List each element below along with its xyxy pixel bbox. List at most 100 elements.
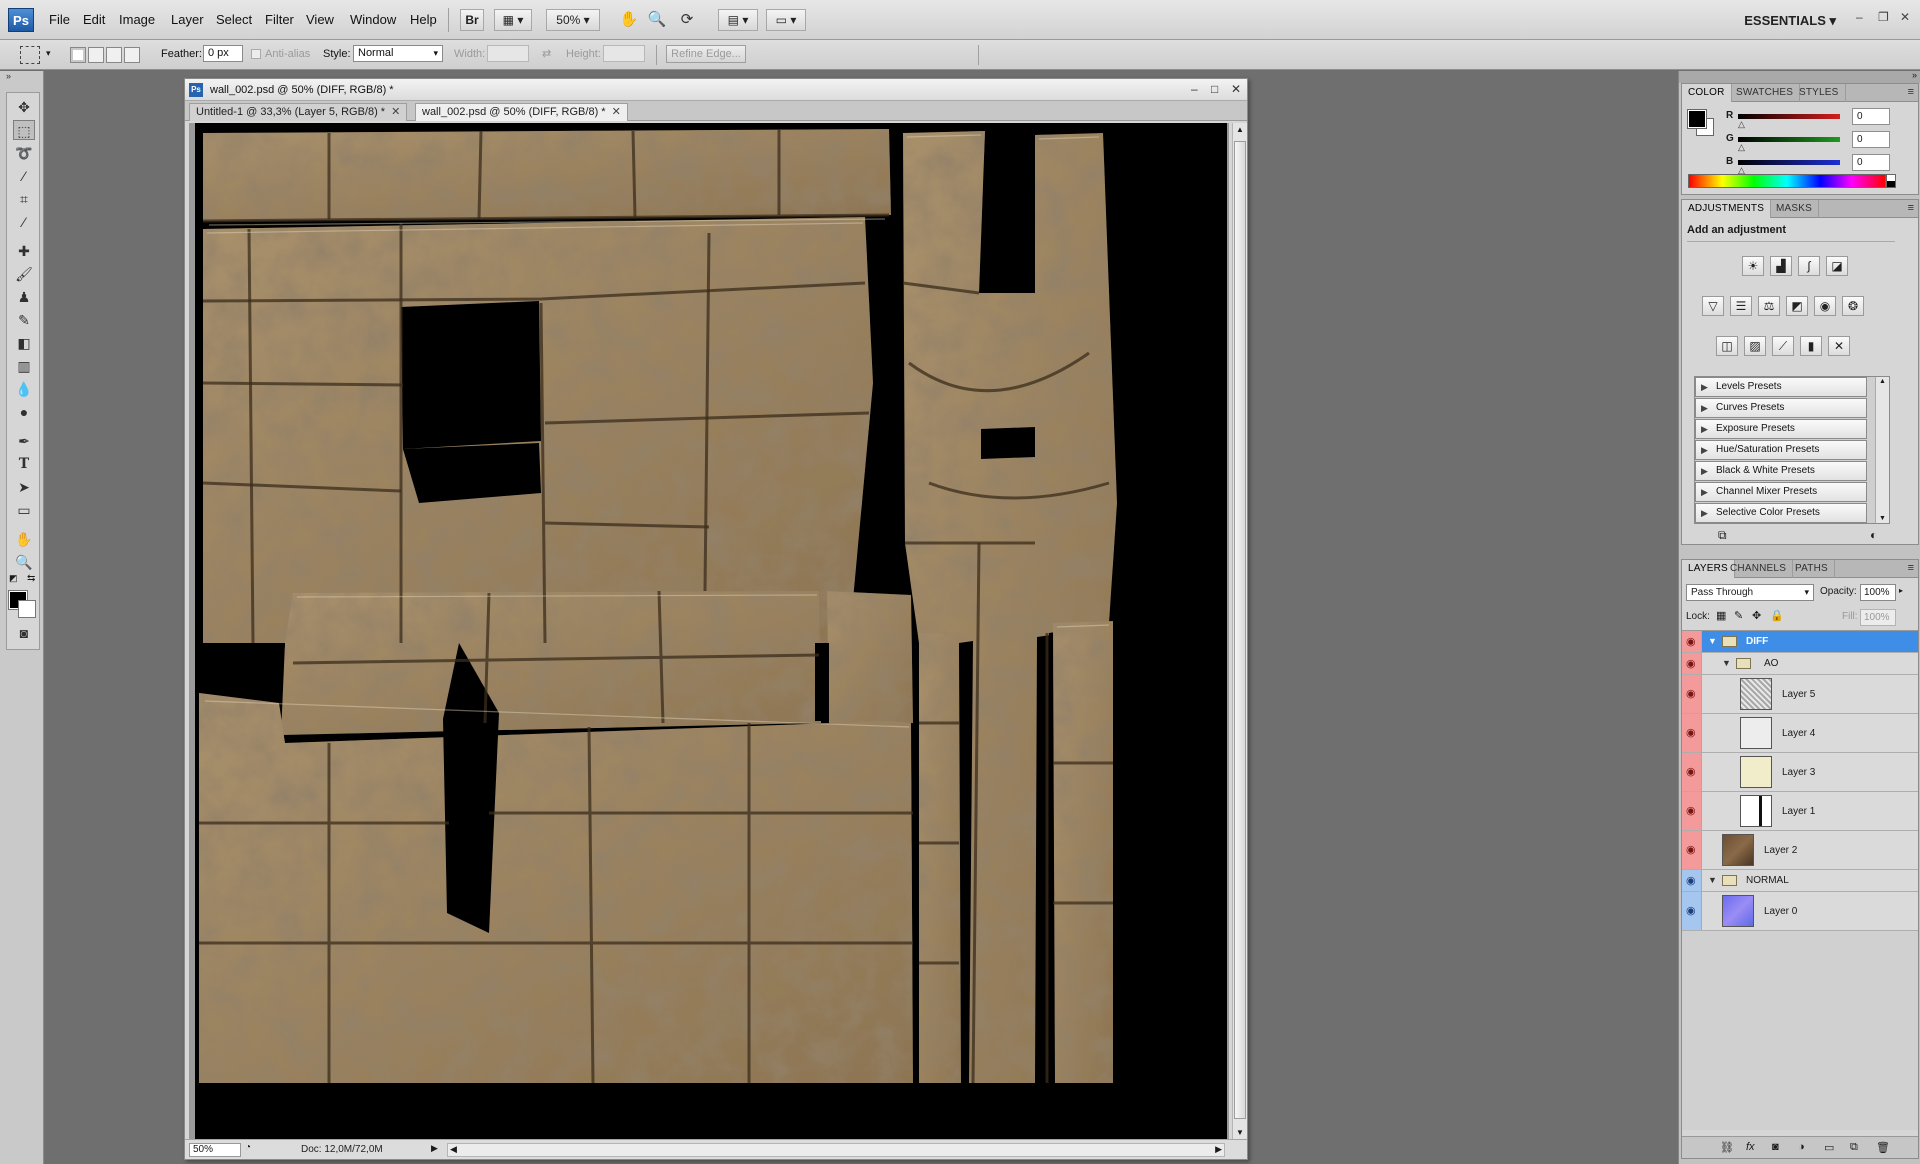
preset-black-white[interactable]: ▶ Black & White Presets: [1695, 461, 1867, 481]
clip-to-layer-icon[interactable]: ⧉: [1718, 528, 1727, 543]
preset-dropdown-arrow-icon[interactable]: ▾: [46, 48, 51, 59]
scroll-up-arrow-icon[interactable]: ▲: [1236, 125, 1244, 134]
eye-icon[interactable]: ◉: [1686, 687, 1696, 700]
close-icon[interactable]: ✕: [1900, 10, 1910, 24]
eye-icon[interactable]: ◉: [1686, 843, 1696, 856]
hand-tool-icon[interactable]: ✋: [13, 529, 35, 549]
healing-brush-tool-icon[interactable]: ✚: [13, 241, 35, 261]
refine-edge-button[interactable]: Refine Edge...: [666, 45, 746, 63]
black-white-icon[interactable]: ◩: [1786, 296, 1808, 316]
preset-curves[interactable]: ▶ Curves Presets: [1695, 398, 1867, 418]
layer-row-layer-0[interactable]: ◉ Layer 0: [1682, 892, 1918, 931]
photo-filter-icon[interactable]: ◉: [1814, 296, 1836, 316]
menu-image[interactable]: Image: [119, 12, 155, 27]
scroll-up-arrow-icon[interactable]: ▲: [1879, 378, 1886, 385]
layer-row-diff[interactable]: ◉ ▼ DIFF: [1682, 631, 1918, 653]
scroll-down-arrow-icon[interactable]: ▼: [1879, 515, 1886, 522]
brightness-contrast-icon[interactable]: ☀: [1742, 256, 1764, 276]
quick-selection-tool-icon[interactable]: ⁄: [13, 166, 35, 186]
rotate-view-icon[interactable]: ⟳: [676, 9, 698, 31]
red-slider[interactable]: [1738, 114, 1840, 119]
invert-icon[interactable]: ◫: [1716, 336, 1738, 356]
levels-icon[interactable]: ▟: [1770, 256, 1792, 276]
status-info-icon[interactable]: ◔: [245, 1142, 251, 1153]
tab-color[interactable]: COLOR: [1682, 84, 1732, 102]
exposure-icon[interactable]: ◪: [1826, 256, 1848, 276]
add-selection-mode-button[interactable]: [88, 47, 104, 63]
new-selection-mode-button[interactable]: [70, 47, 86, 63]
red-slider-thumb[interactable]: △: [1738, 119, 1745, 130]
link-layers-icon[interactable]: ⛓: [1720, 1141, 1734, 1154]
tab-close-icon[interactable]: ✕: [612, 106, 621, 118]
eye-icon[interactable]: ◉: [1686, 904, 1696, 917]
eye-icon[interactable]: ◉: [1686, 635, 1696, 648]
color-foreground-swatch[interactable]: [1687, 109, 1707, 129]
screen-mode-dropdown[interactable]: ▭ ▾: [766, 9, 806, 31]
quick-mask-icon[interactable]: ◙: [13, 623, 35, 643]
add-mask-icon[interactable]: ◙: [1772, 1141, 1779, 1153]
eyedropper-tool-icon[interactable]: ⁄: [13, 212, 35, 232]
clone-stamp-tool-icon[interactable]: ♟: [13, 287, 35, 307]
fill-input[interactable]: 100%: [1860, 609, 1896, 626]
visibility-cell[interactable]: ◉: [1682, 753, 1702, 791]
eye-icon[interactable]: ◉: [1686, 657, 1696, 670]
new-layer-icon[interactable]: ⧉: [1850, 1141, 1858, 1154]
layer-row-layer-1[interactable]: ◉ Layer 1: [1682, 792, 1918, 831]
visibility-cell[interactable]: ◉: [1682, 653, 1702, 674]
blue-value-input[interactable]: 0: [1852, 154, 1890, 171]
preset-selective-color[interactable]: ▶ Selective Color Presets: [1695, 503, 1867, 523]
visibility-cell[interactable]: ◉: [1682, 870, 1702, 891]
tab-styles[interactable]: STYLES: [1793, 84, 1846, 102]
preset-levels[interactable]: ▶ Levels Presets: [1695, 377, 1867, 397]
threshold-icon[interactable]: ⟋: [1772, 336, 1794, 356]
lock-pixels-icon[interactable]: ✎: [1734, 609, 1743, 622]
visibility-cell[interactable]: ◉: [1682, 831, 1702, 869]
menu-edit[interactable]: Edit: [83, 12, 105, 27]
move-tool-icon[interactable]: ✥: [13, 97, 35, 117]
restore-icon[interactable]: ❐: [1878, 10, 1889, 24]
new-group-icon[interactable]: ▭: [1824, 1141, 1834, 1154]
visibility-cell[interactable]: ◉: [1682, 892, 1702, 930]
menu-view[interactable]: View: [306, 12, 334, 27]
height-input[interactable]: [603, 45, 645, 62]
blue-slider[interactable]: [1738, 160, 1840, 165]
expand-tools-icon[interactable]: »: [6, 71, 11, 81]
delete-layer-icon[interactable]: 🗑: [1876, 1141, 1890, 1154]
red-value-input[interactable]: 0: [1852, 108, 1890, 125]
channel-mixer-icon[interactable]: ❂: [1842, 296, 1864, 316]
subtract-selection-mode-button[interactable]: [106, 47, 122, 63]
panel-menu-icon[interactable]: ≡: [1908, 562, 1914, 574]
rectangle-shape-tool-icon[interactable]: ▭: [13, 500, 35, 520]
menu-file[interactable]: File: [49, 12, 70, 27]
opacity-slider-arrow-icon[interactable]: ▸: [1899, 586, 1903, 595]
visibility-cell[interactable]: ◉: [1682, 792, 1702, 830]
lasso-tool-icon[interactable]: ➰: [13, 143, 35, 163]
color-spectrum-ramp[interactable]: [1688, 174, 1886, 188]
preset-exposure[interactable]: ▶ Exposure Presets: [1695, 419, 1867, 439]
menu-window[interactable]: Window: [350, 12, 396, 27]
eye-icon[interactable]: ◉: [1686, 765, 1696, 778]
tab-swatches[interactable]: SWATCHES: [1730, 84, 1801, 102]
swap-dimensions-icon[interactable]: ⇄: [542, 47, 551, 60]
vertical-scroll-thumb[interactable]: [1234, 141, 1246, 1119]
arrange-documents-dropdown[interactable]: ▤ ▾: [718, 9, 758, 31]
default-colors-icon[interactable]: ◩: [9, 573, 18, 584]
hand-tool-icon[interactable]: ✋: [618, 9, 640, 31]
document-close-icon[interactable]: ✕: [1231, 82, 1241, 96]
layer-row-layer-2[interactable]: ◉ Layer 2: [1682, 831, 1918, 870]
gradient-map-icon[interactable]: ▮: [1800, 336, 1822, 356]
opacity-input[interactable]: 100%: [1860, 584, 1896, 601]
visibility-cell[interactable]: ◉: [1682, 675, 1702, 713]
bridge-button[interactable]: Br: [460, 9, 484, 31]
layer-row-layer-5[interactable]: ◉ Layer 5: [1682, 675, 1918, 714]
collapse-panels-icon[interactable]: »: [1912, 70, 1917, 80]
eye-icon[interactable]: ◉: [1686, 804, 1696, 817]
history-brush-tool-icon[interactable]: ✎: [13, 310, 35, 330]
expand-triangle-icon[interactable]: ▼: [1708, 636, 1717, 646]
dodge-tool-icon[interactable]: ●: [13, 402, 35, 422]
feather-input[interactable]: 0 px: [203, 45, 243, 62]
width-input[interactable]: [487, 45, 529, 62]
posterize-icon[interactable]: ▨: [1744, 336, 1766, 356]
path-selection-tool-icon[interactable]: ➤: [13, 477, 35, 497]
preset-channel-mixer[interactable]: ▶ Channel Mixer Presets: [1695, 482, 1867, 502]
